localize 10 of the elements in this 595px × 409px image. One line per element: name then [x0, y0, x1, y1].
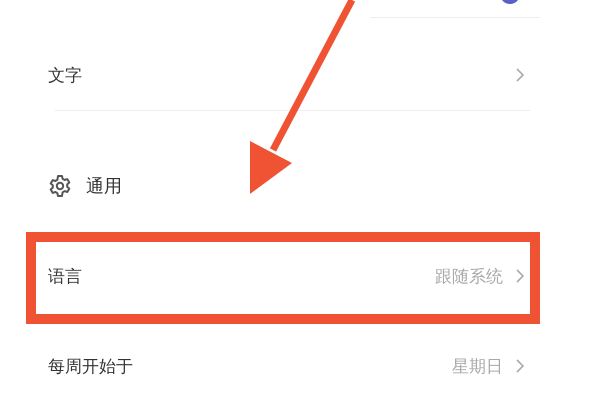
gear-icon: [48, 174, 72, 198]
setting-label[interactable]: 语言: [48, 264, 435, 288]
section-title: 通用: [86, 175, 122, 198]
setting-label[interactable]: 文字: [48, 64, 515, 86]
setting-label[interactable]: 每周开始于: [48, 354, 452, 378]
chevron-icon: [515, 358, 525, 374]
setting-value: 星期日: [452, 356, 503, 378]
setting-value: 跟随系统: [435, 266, 503, 288]
chevron-icon: [515, 268, 525, 284]
chevron-icon: [515, 67, 525, 83]
